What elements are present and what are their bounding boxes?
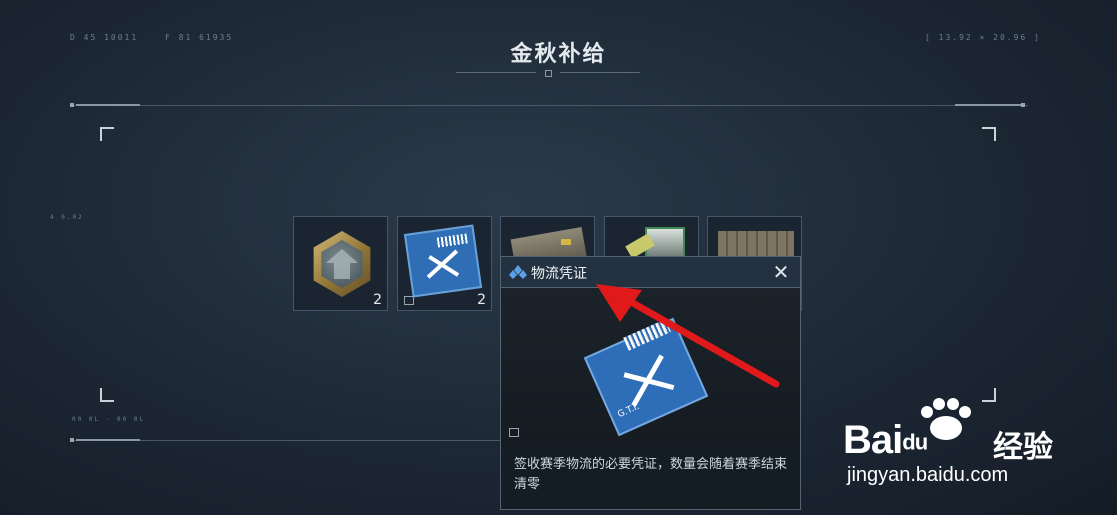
bound-icon [404,296,414,305]
frame-corner-bottom-left [100,388,114,402]
popup-description: 签收赛季物流的必要凭证，数量会随着赛季结束清零 [514,457,788,492]
annotation-arrow-icon [596,284,780,388]
medal-arrow-icon [326,249,358,279]
frame-dot [70,438,74,442]
title-underline-right [560,72,640,73]
hud-bottom-readout: 00 0L · 00 0L [72,416,145,423]
paw-icon [921,398,971,440]
page-title: 金秋补给 [510,42,607,67]
frame-line-top [70,105,1028,106]
title-divider-dot [545,70,552,77]
crate-latch [561,239,571,245]
rarity-icon [509,265,527,279]
card-label: G.T.I. [616,401,642,421]
frame-accent-bottom-left [76,439,140,441]
rifle-emblem-icon [426,249,460,279]
frame-dot [70,103,74,107]
hud-side-readout: 4 0.02 [50,214,84,221]
barcode [436,233,468,248]
bound-icon [509,428,519,437]
watermark-url: jingyan.baidu.com [847,464,1009,486]
watermark-product: 经验 [993,430,1053,465]
logistics-card-icon [403,224,483,298]
item-quantity: 2 [373,292,382,308]
item-slot-medal[interactable]: 2 [293,216,388,311]
frame-corner-top-left [100,127,114,141]
title-underline-left [456,72,536,73]
item-slot-logistics-card[interactable]: 2 [397,216,492,311]
frame-corner-top-right [982,127,996,141]
frame-accent-top-left [76,104,140,106]
popup-title: 物流凭证 [531,266,587,282]
item-quantity: 2 [477,292,486,308]
baidu-jingyan-watermark: Baidu 经验 jingyan.baidu.com [843,398,1103,493]
frame-dot [1021,103,1025,107]
frame-accent-top-right [955,104,1021,106]
